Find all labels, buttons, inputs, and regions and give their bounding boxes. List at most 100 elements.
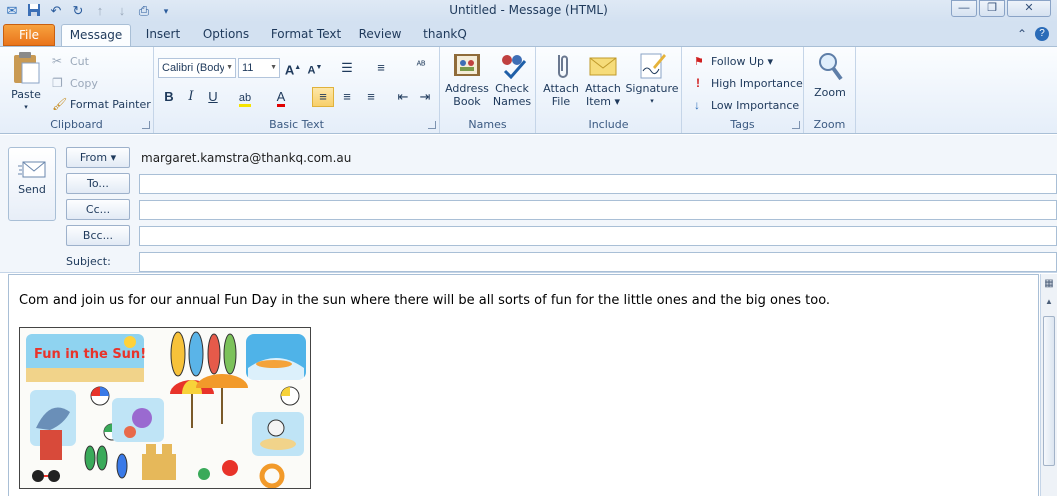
ruler-toggle-icon[interactable]: ▦ xyxy=(1041,276,1057,292)
cut-button[interactable]: Cut xyxy=(70,55,89,68)
bullets-button[interactable]: ☰ xyxy=(336,58,358,78)
bcc-button[interactable]: Bcc... xyxy=(66,225,130,246)
paste-button[interactable]: Paste ▾ xyxy=(6,51,46,114)
font-size-combo[interactable]: 11 ▼ xyxy=(238,58,280,78)
ribbon-tabs: File Message Insert Options Format Text … xyxy=(0,22,1057,47)
help-icon[interactable]: ? xyxy=(1035,27,1049,41)
check-names-label-1: Check xyxy=(495,82,529,95)
basic-text-launcher[interactable] xyxy=(428,121,436,129)
font-size-value: 11 xyxy=(242,62,254,74)
tab-thankq[interactable]: thankQ xyxy=(418,24,472,46)
ribbon: Paste ▾ ✂ Cut ❐ Copy 🖌 Format Painter Cl… xyxy=(0,46,1057,134)
follow-up-button[interactable]: Follow Up ▾ xyxy=(711,55,773,68)
tab-format-text[interactable]: Format Text xyxy=(268,24,344,46)
attach-file-label-2: File xyxy=(551,95,571,108)
cc-button[interactable]: Cc... xyxy=(66,199,130,220)
align-right-button[interactable]: ≡ xyxy=(360,87,382,107)
include-group: Attach File Attach Item ▾ Signature ▾ In… xyxy=(536,47,682,133)
address-book-label-2: Book xyxy=(453,95,481,108)
tab-insert[interactable]: Insert xyxy=(138,24,188,46)
address-book-label-1: Address xyxy=(445,82,489,95)
zoom-button[interactable]: Zoom xyxy=(808,51,852,99)
font-name-dropdown-icon: ▼ xyxy=(226,64,233,71)
picture-caption: Fun in the Sun! xyxy=(34,347,146,362)
attach-file-button[interactable]: Attach File xyxy=(540,51,582,108)
scroll-thumb[interactable] xyxy=(1043,316,1055,466)
subject-label: Subject: xyxy=(66,255,111,268)
fun-in-the-sun-picture[interactable]: Fun in the Sun! xyxy=(19,327,311,489)
include-group-label: Include xyxy=(588,118,629,131)
names-group: Address Book Check Names Names xyxy=(440,47,536,133)
to-button[interactable]: To... xyxy=(66,173,130,194)
tags-group-label: Tags xyxy=(730,118,755,131)
paste-dropdown-icon: ▾ xyxy=(24,103,28,111)
paperclip-icon xyxy=(558,55,568,78)
zoom-group-label: Zoom xyxy=(813,118,846,131)
check-names-icon xyxy=(502,55,527,80)
send-icon xyxy=(18,161,46,178)
tags-group: ⚑ Follow Up ▾ ! High Importance ↓ Low Im… xyxy=(682,47,804,133)
basic-text-group: Calibri (Body) ▼ 11 ▼ A▲ A▼ ☰ ≡ ᴬᴮ B I U… xyxy=(154,47,440,133)
zoom-group: Zoom Zoom xyxy=(804,47,856,133)
title-bar: ✉ ↶ ↻ ↑ ↓ ⎙ ▾ Untitled - Message (HTML) … xyxy=(0,0,1057,22)
clear-formatting-icon[interactable]: ᴬᴮ xyxy=(410,56,432,76)
align-left-button[interactable]: ≡ xyxy=(312,87,334,107)
font-name-combo[interactable]: Calibri (Body) ▼ xyxy=(158,58,236,78)
minimize-ribbon-icon[interactable]: ⌃ xyxy=(1017,27,1027,41)
send-button[interactable]: Send xyxy=(8,147,56,221)
high-importance-button[interactable]: High Importance xyxy=(711,77,803,90)
tab-file[interactable]: File xyxy=(3,24,55,46)
message-body[interactable]: Com and join us for our annual Fun Day i… xyxy=(8,274,1039,496)
signature-dropdown-icon: ▾ xyxy=(650,97,654,105)
cc-field[interactable] xyxy=(139,200,1057,220)
highlight-button[interactable]: ab xyxy=(234,87,256,107)
check-names-button[interactable]: Check Names xyxy=(490,51,534,108)
window-title: Untitled - Message (HTML) xyxy=(449,3,608,17)
address-book-button[interactable]: Address Book xyxy=(444,51,490,108)
bcc-field[interactable] xyxy=(139,226,1057,246)
clipboard-launcher[interactable] xyxy=(142,121,150,129)
body-scrollbar[interactable]: ▦ ▲ xyxy=(1040,274,1057,496)
magnifier-icon xyxy=(819,53,843,81)
attach-item-button[interactable]: Attach Item ▾ xyxy=(582,51,624,108)
attach-file-label-1: Attach xyxy=(543,82,579,95)
format-painter-icon: 🖌 xyxy=(52,97,68,111)
restore-button[interactable]: ❐ xyxy=(979,0,1005,17)
tab-options[interactable]: Options xyxy=(198,24,254,46)
copy-icon: ❐ xyxy=(52,76,63,90)
shrink-font-button[interactable]: A▼ xyxy=(304,58,326,78)
attach-item-label-1: Attach xyxy=(585,82,621,95)
font-color-button[interactable]: A xyxy=(270,87,292,107)
low-importance-button[interactable]: Low Importance xyxy=(711,99,799,112)
envelope-icon xyxy=(589,57,617,76)
from-button[interactable]: From ▾ xyxy=(66,147,130,168)
minimize-button[interactable]: — xyxy=(951,0,977,17)
message-header: Send From ▾ margaret.kamstra@thankq.com.… xyxy=(0,135,1057,273)
underline-button[interactable]: U xyxy=(202,87,224,107)
signature-button[interactable]: Signature ▾ xyxy=(624,51,680,108)
basic-text-group-label: Basic Text xyxy=(269,118,324,131)
signature-icon xyxy=(640,53,666,79)
numbering-button[interactable]: ≡ xyxy=(370,58,392,78)
decrease-indent-button[interactable]: ⇤ xyxy=(392,87,414,107)
close-button[interactable]: ✕ xyxy=(1007,0,1051,17)
increase-indent-button[interactable]: ⇥ xyxy=(414,87,436,107)
subject-field[interactable] xyxy=(139,252,1057,272)
tab-review[interactable]: Review xyxy=(354,24,406,46)
address-book-icon xyxy=(454,54,480,76)
italic-button[interactable]: I xyxy=(180,87,202,107)
grow-font-button[interactable]: A▲ xyxy=(282,58,304,78)
bold-button[interactable]: B xyxy=(158,87,180,107)
copy-button[interactable]: Copy xyxy=(70,77,98,90)
tags-launcher[interactable] xyxy=(792,121,800,129)
tab-message[interactable]: Message xyxy=(61,24,131,47)
align-center-button[interactable]: ≡ xyxy=(336,87,358,107)
beach-clipart-image: Fun in the Sun! xyxy=(20,328,310,488)
zoom-label: Zoom xyxy=(814,86,846,99)
scroll-up-icon[interactable]: ▲ xyxy=(1041,294,1057,310)
high-importance-icon: ! xyxy=(696,76,700,90)
font-name-value: Calibri (Body) xyxy=(162,62,224,74)
to-field[interactable] xyxy=(139,174,1057,194)
clipboard-group-label: Clipboard xyxy=(50,118,103,131)
format-painter-button[interactable]: Format Painter xyxy=(70,98,151,111)
